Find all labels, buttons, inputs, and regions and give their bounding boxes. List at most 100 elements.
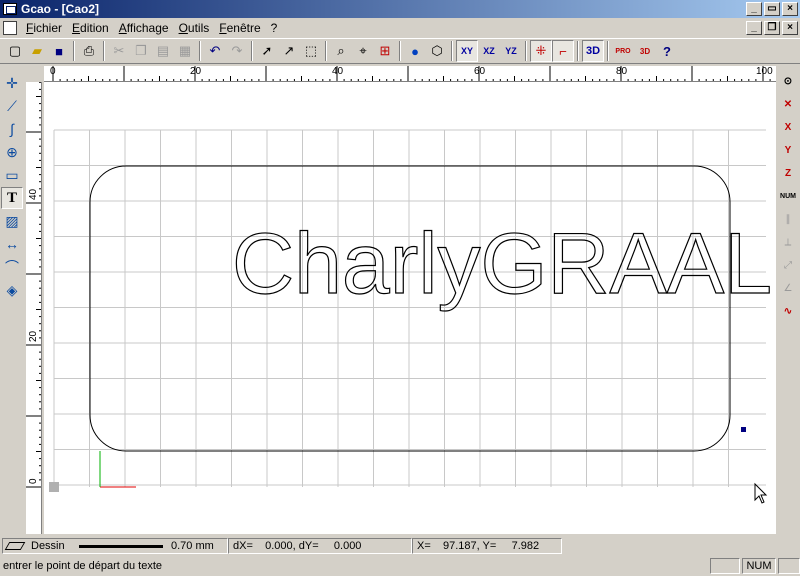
text-tool-label: T — [6, 189, 17, 206]
ruler-corner — [26, 66, 44, 82]
properties-icon[interactable]: ▦ — [174, 40, 196, 62]
machine-view-icon[interactable]: PRO — [612, 40, 634, 62]
line-width-sample — [79, 544, 163, 548]
zoom-all-icon[interactable]: ⊞ — [374, 40, 396, 62]
view-3d-label: 3D — [585, 45, 601, 57]
right-toolbar: ⊙ ✕ X Y Z NUM ∥ ⟂ ⤢ ∠ ∿ — [776, 66, 800, 534]
polyline-icon[interactable]: ⟋ — [1, 95, 23, 117]
doc-restore-button[interactable]: ❐ — [764, 21, 780, 35]
curve-snap-icon[interactable]: ∿ — [777, 300, 799, 322]
plane-yz-icon[interactable]: YZ — [500, 40, 522, 62]
preview-3d-label: 3D — [639, 46, 651, 56]
ruler-top-label-60: 60 — [474, 66, 486, 77]
status-indicator-scroll — [778, 558, 800, 574]
document-icon[interactable] — [3, 21, 17, 35]
minimize-button[interactable]: _ — [746, 2, 762, 16]
hatch-icon[interactable]: ▨ — [1, 210, 23, 232]
fill-icon[interactable]: ◈ — [1, 279, 23, 301]
status-bar: entrer le point de départ du texte NUM — [0, 556, 800, 576]
save-icon[interactable]: ■ — [48, 40, 70, 62]
new-icon[interactable]: ▢ — [4, 40, 26, 62]
offset-curve-icon[interactable]: ⌒ — [1, 256, 23, 278]
view-3d-icon[interactable]: 3D — [582, 40, 604, 62]
doc-close-button[interactable]: × — [782, 21, 798, 35]
plane-xy-label: XY — [460, 46, 473, 56]
copy-icon[interactable]: ❐ — [130, 40, 152, 62]
axis-x-label: X — [784, 121, 792, 133]
app-icon[interactable] — [3, 3, 17, 15]
axis-z-button[interactable]: Z — [777, 162, 799, 184]
curve-icon[interactable]: ∫ — [1, 118, 23, 140]
plane-xy-icon[interactable]: XY — [456, 40, 478, 62]
plane-xz-label: XZ — [483, 46, 495, 56]
axis-x-button[interactable]: X — [777, 116, 799, 138]
cut-icon[interactable]: ✂ — [108, 40, 130, 62]
menu-help[interactable]: ? — [266, 21, 283, 35]
circle-icon[interactable]: ⊕ — [1, 141, 23, 163]
numeric-entry-button[interactable]: NUM — [777, 185, 799, 207]
text-tool-icon[interactable]: T — [1, 187, 23, 209]
drawing-svg[interactable]: CharlyGRAAL — [44, 82, 776, 534]
dimension-icon[interactable]: ↔ — [1, 233, 23, 255]
snap-icon[interactable]: ⌐ — [552, 40, 574, 62]
mouse-cursor-icon — [754, 482, 768, 504]
ruler-left-ticks — [26, 82, 41, 488]
preview-3d-icon[interactable]: 3D — [634, 40, 656, 62]
ruler-top-ticks — [52, 66, 771, 81]
rectangle-icon[interactable]: ▭ — [1, 164, 23, 186]
axis-y-button[interactable]: Y — [777, 139, 799, 161]
box-icon[interactable]: ⬡ — [426, 40, 448, 62]
origin-icon[interactable]: ⊙ — [777, 70, 799, 92]
open-icon[interactable]: ▰ — [26, 40, 48, 62]
ruler-top: 0 20 40 60 80 100 — [44, 66, 776, 82]
select-icon[interactable]: ➚ — [256, 40, 278, 62]
menu-outils[interactable]: Outils — [174, 21, 215, 35]
axis-z-label: Z — [784, 167, 792, 179]
menu-fichier[interactable]: Fichier — [21, 21, 67, 35]
ruler-left-label-20: 20 — [28, 330, 39, 342]
status-bar-properties: Dessin 0.70 mm dX= 0.000, dY= 0.000 X= 9… — [0, 537, 800, 555]
maximize-button[interactable]: ▭ — [764, 2, 780, 16]
menu-edition[interactable]: Edition — [67, 21, 114, 35]
print-icon[interactable]: ⎙ — [78, 40, 100, 62]
status-indicator-num: NUM — [742, 558, 776, 574]
origin-marker — [49, 482, 59, 492]
delta-field: dX= 0.000, dY= 0.000 — [228, 538, 412, 554]
layer-name: Dessin — [31, 540, 65, 552]
ruler-left: 40 20 0 — [26, 82, 42, 534]
select-node-icon[interactable]: ↗ — [278, 40, 300, 62]
layer-field[interactable]: Dessin 0.70 mm — [2, 538, 228, 554]
snap-grid-icon[interactable]: ⁜ — [530, 40, 552, 62]
menu-bar: Fichier Edition Affichage Outils Fenêtre… — [0, 18, 800, 38]
drawing-text[interactable]: CharlyGRAAL — [231, 215, 772, 312]
menu-fenetre[interactable]: Fenêtre — [214, 21, 265, 35]
numeric-entry-label: NUM — [780, 192, 796, 200]
doc-minimize-button[interactable]: _ — [746, 21, 762, 35]
point-icon[interactable]: ✛ — [1, 72, 23, 94]
ruler-left-label-0: 0 — [28, 478, 39, 484]
close-button[interactable]: × — [782, 2, 798, 16]
plane-xz-icon[interactable]: XZ — [478, 40, 500, 62]
help-icon[interactable]: ? — [656, 40, 678, 62]
menu-affichage[interactable]: Affichage — [114, 21, 174, 35]
zoom-move-icon[interactable]: ⌖ — [352, 40, 374, 62]
cross-icon[interactable]: ✕ — [777, 93, 799, 115]
zoom-icon[interactable]: ⌕ — [330, 40, 352, 62]
coords-field: X= 97.187, Y= 7.982 — [412, 538, 562, 554]
angle-icon[interactable]: ∠ — [777, 277, 799, 299]
paste-icon[interactable]: ▤ — [152, 40, 174, 62]
parallel-icon[interactable]: ∥ — [777, 208, 799, 230]
perpendicular-icon[interactable]: ⟂ — [777, 231, 799, 253]
redo-icon[interactable]: ↷ — [226, 40, 248, 62]
selection-handle[interactable] — [741, 427, 746, 432]
drawing-canvas[interactable]: CharlyGRAAL — [44, 82, 776, 534]
line-width-value: 0.70 mm — [171, 540, 214, 552]
axis-y-label: Y — [784, 144, 792, 156]
title-bar[interactable]: Gcao - [Cao2] _ ▭ × — [0, 0, 800, 18]
tangent-icon[interactable]: ⤢ — [777, 254, 799, 276]
undo-icon[interactable]: ↶ — [204, 40, 226, 62]
render-icon[interactable]: ● — [404, 40, 426, 62]
zoom-window-icon[interactable]: ⬚ — [300, 40, 322, 62]
main-toolbar: ▢ ▰ ■ ⎙ ✂ ❐ ▤ ▦ ↶ ↷ ➚ ↗ ⬚ ⌕ ⌖ ⊞ ● ⬡ XY X… — [0, 38, 800, 64]
ruler-top-label-80: 80 — [616, 66, 628, 77]
